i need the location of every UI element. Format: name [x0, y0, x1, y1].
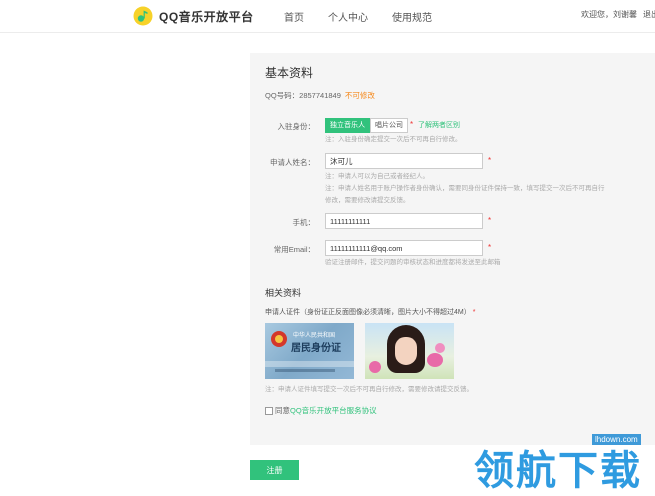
- id-card-stripe-text: [275, 369, 335, 372]
- certificate-note: 注：申请人证件填写提交一次后不可再自行修改，需要修改请提交反馈。: [265, 386, 473, 393]
- nav-home[interactable]: 首页: [284, 9, 304, 24]
- applicant-name-label: 申请人姓名：: [270, 158, 315, 167]
- required-mark: *: [488, 216, 492, 225]
- logo[interactable]: QQ音乐开放平台: [133, 4, 254, 28]
- id-card-title-text: 居民身份证: [291, 343, 341, 354]
- identity-option-independent-musician[interactable]: 独立音乐人: [325, 118, 370, 133]
- name-note-3: 修改，需要修改请提交反馈。: [325, 197, 410, 204]
- nav-personal-center[interactable]: 个人中心: [328, 9, 368, 24]
- phone-input[interactable]: [325, 213, 483, 229]
- identity-option-record-company[interactable]: 唱片公司: [370, 118, 408, 133]
- agreement-row: 同意 QQ音乐开放平台服务协议: [265, 405, 377, 416]
- registration-panel: 基本资料 QQ号码：2857741849 不可修改 入驻身份： 独立音乐人 唱片公…: [250, 53, 655, 445]
- required-mark: *: [488, 243, 492, 252]
- top-header: QQ音乐开放平台 首页 个人中心 使用规范 欢迎您，刘谢馨退出: [0, 0, 655, 33]
- email-note: 验证注册邮件，提交问题的审核状态和进度都将发送至此邮箱: [325, 259, 501, 266]
- user-area: 欢迎您，刘谢馨退出: [581, 9, 655, 20]
- greeting-text: 欢迎您，刘谢馨: [581, 10, 637, 19]
- certificate-label-text: 申请人证件（身份证正反面图像必须清晰，图片大小不得超过4M）: [265, 309, 471, 316]
- id-card-country-text: 中华人民共和国: [293, 333, 336, 339]
- id-card-stripe: [265, 361, 354, 367]
- qq-music-logo-icon: [133, 6, 153, 26]
- certificate-label: 申请人证件（身份证正反面图像必须清晰，图片大小不得超过4M） *: [265, 307, 475, 317]
- identity-label: 入驻身份：: [277, 122, 316, 131]
- photo-face: [395, 337, 417, 365]
- photo-flower: [435, 343, 445, 353]
- phone-label: 手机：: [292, 218, 316, 227]
- qq-number-line: QQ号码：2857741849 不可修改: [265, 90, 375, 101]
- applicant-name-input[interactable]: [325, 153, 483, 169]
- photo-flower: [427, 353, 443, 367]
- identity-difference-link[interactable]: 了解两者区别: [418, 120, 460, 130]
- required-mark: *: [410, 120, 414, 129]
- service-agreement-link[interactable]: QQ音乐开放平台服务协议: [290, 405, 377, 416]
- name-note-2: 注：申请人姓名用于账户操作者身份确认，需要同身份证件保持一致，填写提交一次后不可…: [325, 185, 605, 192]
- section-title-related: 相关资料: [265, 288, 302, 298]
- photo-flower: [369, 361, 381, 373]
- id-card-front-image[interactable]: 中华人民共和国 居民身份证: [265, 323, 354, 379]
- identity-selector: 独立音乐人 唱片公司: [325, 118, 408, 133]
- email-label: 常用Email：: [273, 245, 315, 254]
- agree-checkbox[interactable]: [265, 406, 273, 415]
- national-emblem-icon: [271, 331, 287, 347]
- logo-text: QQ音乐开放平台: [159, 9, 254, 24]
- agree-prefix: 同意: [275, 406, 290, 415]
- register-button[interactable]: 注册: [250, 460, 299, 480]
- qq-number: QQ号码：2857741849: [265, 91, 341, 100]
- required-mark: *: [488, 156, 492, 165]
- identity-note: 注：入驻身份确定提交一次后不可再自行修改。: [325, 136, 462, 143]
- required-mark: *: [472, 309, 476, 316]
- nav-usage-rules[interactable]: 使用规范: [392, 9, 432, 24]
- email-input[interactable]: [325, 240, 483, 256]
- name-note-1: 注：申请人可以为自己或者经纪人。: [325, 173, 429, 180]
- logout-link[interactable]: 退出: [643, 10, 655, 19]
- applicant-photo-image[interactable]: [365, 323, 454, 379]
- qq-not-editable: 不可修改: [344, 91, 375, 100]
- watermark-text: 领航下载: [474, 448, 642, 494]
- section-title-basic: 基本资料: [265, 66, 314, 80]
